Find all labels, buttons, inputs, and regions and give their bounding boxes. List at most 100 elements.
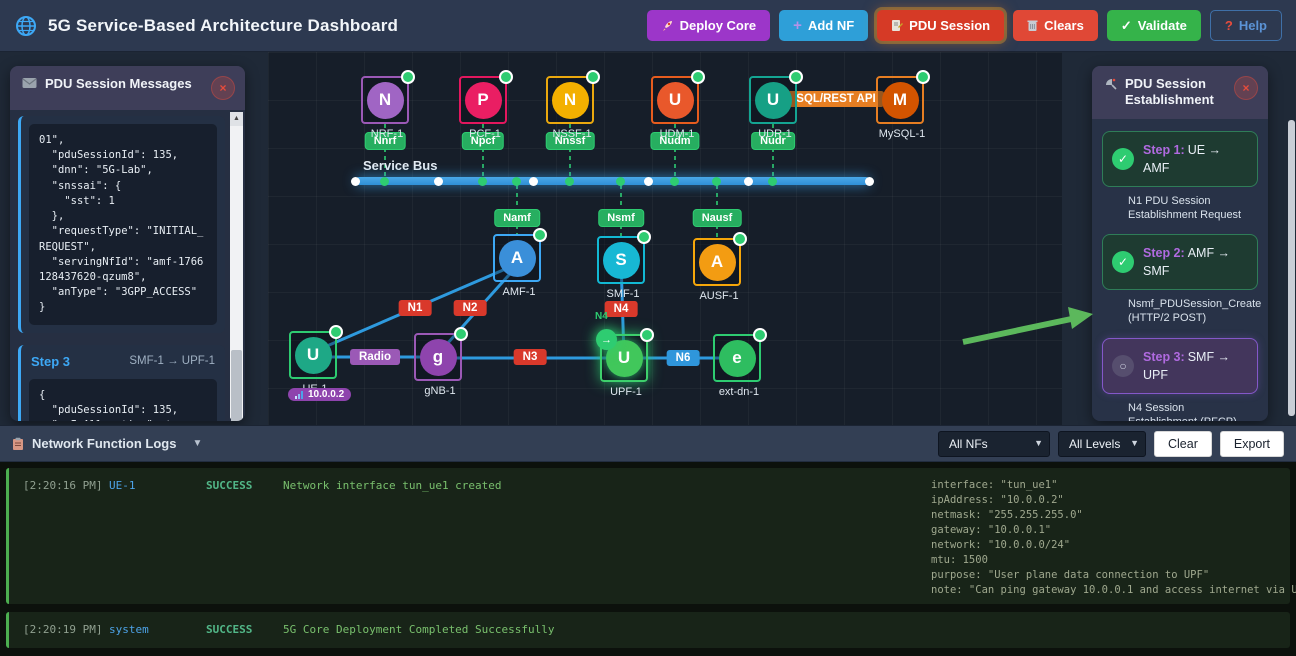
topology-canvas[interactable]: Service Bus Nnrf Npcf Nnssf Nudm Nudr Na… <box>268 52 1062 425</box>
step-2-box[interactable]: ✓ Step 2:AMF → SMF <box>1102 234 1258 290</box>
step-3-desc: N4 Session Establishment (PFCP) <box>1128 401 1256 421</box>
status-dot <box>533 228 547 242</box>
trash-icon <box>1027 19 1038 32</box>
antenna-icon <box>1104 77 1118 91</box>
bus-dot <box>434 177 443 186</box>
step-2-desc: Nsmf_PDUSession_Create (HTTP/2 POST) <box>1128 297 1256 326</box>
check-icon: ✓ <box>1112 251 1134 273</box>
deploy-core-button[interactable]: Deploy Core <box>647 10 771 41</box>
node-pcf-1[interactable]: PPCF-1 <box>459 76 507 124</box>
bus-connector-dot <box>478 177 487 186</box>
log-entry: [2:20:16 PM] UE-1 SUCCESS Network interf… <box>6 468 1290 604</box>
node-mysql-1[interactable]: MMySQL-1 <box>876 76 924 124</box>
bus-connector-dot <box>616 177 625 186</box>
step3-label: Step 3 <box>31 354 70 369</box>
node-letter: N <box>552 82 589 119</box>
right-scrollbar[interactable] <box>1288 120 1295 416</box>
app-header: 5G Service-Based Architecture Dashboard … <box>0 0 1296 52</box>
node-ext-dn-1[interactable]: eext-dn-1 <box>713 334 761 382</box>
add-nf-button[interactable]: + Add NF <box>779 10 868 41</box>
level-filter-select[interactable]: All Levels <box>1058 431 1146 457</box>
node-nrf-1[interactable]: NNRF-1 <box>361 76 409 124</box>
bus-endpoint-dot <box>351 177 360 186</box>
bus-connector-dot <box>712 177 721 186</box>
node-name: ext-dn-1 <box>697 386 781 398</box>
pending-icon: ○ <box>1112 355 1134 377</box>
close-icon[interactable]: × <box>1234 76 1258 100</box>
node-name: SMF-1 <box>581 288 665 300</box>
bus-endpoint-dot <box>865 177 874 186</box>
link-label-n6: N6 <box>667 350 700 366</box>
status-dot <box>789 70 803 84</box>
badge-nsmf: Nsmf <box>598 209 644 227</box>
node-letter: U <box>755 82 792 119</box>
node-udm-1[interactable]: UUDM-1 <box>651 76 699 124</box>
node-letter: U <box>295 337 332 374</box>
status-dot <box>329 325 343 339</box>
left-panel-scrollbar[interactable]: ▲ <box>230 112 243 419</box>
node-nssf-1[interactable]: NNSSF-1 <box>546 76 594 124</box>
check-icon: ✓ <box>1121 18 1132 34</box>
node-name: UDM-1 <box>635 128 719 140</box>
export-logs-button[interactable]: Export <box>1220 431 1284 457</box>
node-letter: M <box>882 82 919 119</box>
badge-nausf: Nausf <box>693 209 742 227</box>
bus-connector-dot <box>670 177 679 186</box>
step-3-box[interactable]: ○ Step 3:SMF → UPF <box>1102 338 1258 394</box>
validate-button[interactable]: ✓ Validate <box>1107 10 1201 41</box>
bus-connector-dot <box>565 177 574 186</box>
node-ausf-1[interactable]: AAUSF-1 <box>693 238 741 286</box>
node-letter: A <box>699 244 736 281</box>
bus-connector-dot <box>768 177 777 186</box>
bus-dot <box>744 177 753 186</box>
scrollbar-thumb[interactable] <box>231 350 242 421</box>
page-title: 5G Service-Based Architecture Dashboard <box>48 16 398 36</box>
status-dot <box>499 70 513 84</box>
log-entry: [2:20:19 PM] system SUCCESS 5G Core Depl… <box>6 612 1290 648</box>
collapse-icon[interactable]: ▼ <box>192 438 202 449</box>
scroll-up-icon[interactable]: ▲ <box>230 112 243 126</box>
bus-connector-dot <box>512 177 521 186</box>
bus-connector-dot <box>380 177 389 186</box>
clears-button[interactable]: Clears <box>1013 10 1098 41</box>
pdu-message-json: 01", "pduSessionId": 135, "dnn": "5G-Lab… <box>29 124 217 325</box>
pdu-session-button[interactable]: PDU Session <box>877 10 1004 41</box>
pdu-messages-title: PDU Session Messages <box>45 76 192 92</box>
node-amf-1[interactable]: AAMF-1 <box>493 234 541 282</box>
step3-route: SMF-1 → UPF-1 <box>129 355 215 367</box>
node-smf-1[interactable]: SSMF-1 <box>597 236 645 284</box>
nf-filter-select[interactable]: All NFs <box>938 431 1050 457</box>
link-label-n1: N1 <box>399 300 432 316</box>
step-1-box[interactable]: ✓ Step 1:UE → AMF <box>1102 131 1258 187</box>
node-name: AMF-1 <box>477 286 561 298</box>
service-bus <box>355 177 870 185</box>
node-ue-1[interactable]: UUE-1 <box>289 331 337 379</box>
log-timestamp: [2:20:16 PM] <box>23 479 109 492</box>
log-source: UE-1 <box>109 479 206 492</box>
ue-ip-badge: 10.0.0.2 <box>288 388 351 401</box>
globe-icon <box>14 14 38 38</box>
node-udr-1[interactable]: UUDR-1 <box>749 76 797 124</box>
memo-icon <box>891 19 903 32</box>
log-timestamp: [2:20:19 PM] <box>23 623 109 636</box>
log-source: system <box>109 623 206 636</box>
help-button[interactable]: ? Help <box>1210 10 1282 41</box>
node-name: NRF-1 <box>345 128 429 140</box>
logs-body[interactable]: [2:20:16 PM] UE-1 SUCCESS Network interf… <box>0 462 1296 656</box>
question-icon: ? <box>1225 18 1233 33</box>
pdu-establishment-header: PDU Session Establishment × <box>1092 66 1268 119</box>
status-dot <box>753 328 767 342</box>
node-letter: A <box>499 240 536 277</box>
status-dot <box>586 70 600 84</box>
steps-list: ✓ Step 1:UE → AMF N1 PDU Session Establi… <box>1092 119 1268 422</box>
close-icon[interactable]: × <box>211 76 235 100</box>
link-label-radio: Radio <box>350 349 400 365</box>
pdu-establishment-title: PDU Session Establishment <box>1125 76 1234 109</box>
node-letter: g <box>420 339 457 376</box>
pdu-messages-body[interactable]: 01", "pduSessionId": 135, "dnn": "5G-Lab… <box>10 110 245 421</box>
clear-logs-button[interactable]: Clear <box>1154 431 1212 457</box>
plus-icon: + <box>793 17 802 34</box>
node-letter: S <box>603 242 640 279</box>
step-1-desc: N1 PDU Session Establishment Request <box>1128 194 1256 223</box>
node-gnb-1[interactable]: ggNB-1 <box>414 333 462 381</box>
